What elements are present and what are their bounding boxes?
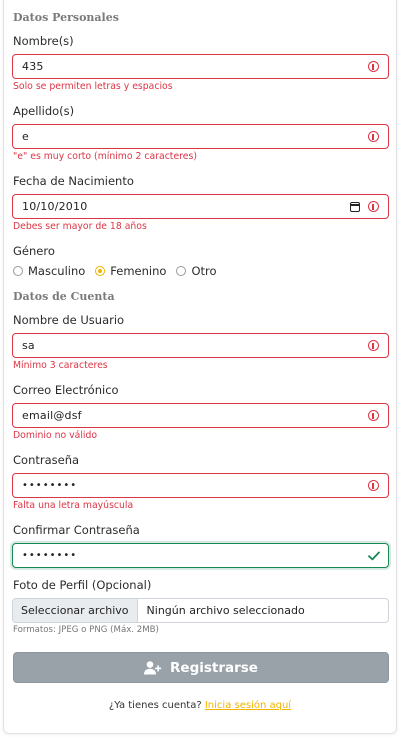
nombre-label: Nombre(s) <box>13 34 74 48</box>
apellido-value: e <box>22 130 29 143</box>
password-value: •••••••• <box>22 480 78 491</box>
select-file-button[interactable]: Seleccionar archivo <box>13 599 138 622</box>
calendar-icon[interactable] <box>350 201 360 212</box>
radio-femenino[interactable]: Femenino <box>95 264 166 278</box>
user-plus-icon <box>144 660 162 674</box>
error-circle-icon <box>368 340 379 351</box>
apellido-error: "e" es muy corto (mínimo 2 caracteres) <box>13 151 197 162</box>
section-title-personal: Datos Personales <box>13 11 119 24</box>
file-name: Ningún archivo seleccionado <box>146 604 305 617</box>
radio-masculino-label: Masculino <box>28 264 86 278</box>
radio-otro-label: Otro <box>191 264 217 278</box>
genero-label: Género <box>13 244 55 258</box>
nombre-value: 435 <box>22 60 44 73</box>
password-input[interactable]: •••••••• <box>12 473 389 498</box>
error-circle-icon <box>368 201 379 212</box>
usuario-value: sa <box>22 339 35 352</box>
foto-label: Foto de Perfil (Opcional) <box>13 578 152 592</box>
usuario-label: Nombre de Usuario <box>13 313 125 327</box>
confirm-value: •••••••• <box>22 550 78 561</box>
fecha-input[interactable]: 10/10/2010 <box>12 194 389 219</box>
nombre-error: Solo se permiten letras y espacios <box>13 81 173 92</box>
apellido-input[interactable]: e <box>12 124 389 149</box>
radio-masculino-circle[interactable] <box>13 266 23 276</box>
usuario-input[interactable]: sa <box>12 333 389 358</box>
confirm-password-input[interactable]: •••••••• <box>12 543 389 568</box>
register-button-label: Registrarse <box>170 659 258 676</box>
radio-otro[interactable]: Otro <box>176 264 217 278</box>
confirm-label: Confirmar Contraseña <box>13 523 140 537</box>
file-hint: Formatos: JPEG o PNG (Máx. 2MB) <box>13 625 159 635</box>
apellido-label: Apellido(s) <box>13 104 75 118</box>
nombre-input[interactable]: 435 <box>12 54 389 79</box>
login-link[interactable]: Inicia sesión aquí <box>205 700 291 711</box>
correo-label: Correo Electrónico <box>13 383 119 397</box>
radio-masculino[interactable]: Masculino <box>13 264 85 278</box>
fecha-error: Debes ser mayor de 18 años <box>13 221 147 232</box>
section-title-account: Datos de Cuenta <box>13 290 115 303</box>
password-error: Falta una letra mayúscula <box>13 500 134 511</box>
error-circle-icon <box>368 61 379 72</box>
radio-otro-circle[interactable] <box>176 266 187 276</box>
fecha-label: Fecha de Nacimiento <box>13 174 134 188</box>
login-prompt: ¿Ya tienes cuenta? Inicia sesión aquí <box>0 700 400 711</box>
fecha-value: 10/10/2010 <box>22 200 88 213</box>
radio-femenino-label: Femenino <box>110 264 167 278</box>
check-icon <box>368 551 380 560</box>
error-circle-icon <box>368 131 379 142</box>
error-circle-icon <box>368 410 379 421</box>
error-circle-icon <box>368 480 379 491</box>
radio-femenino-circle[interactable] <box>95 266 106 276</box>
usuario-error: Mínimo 3 caracteres <box>13 360 108 371</box>
password-label: Contraseña <box>13 453 80 467</box>
file-input[interactable]: Seleccionar archivo Ningún archivo selec… <box>12 598 389 623</box>
login-question: ¿Ya tienes cuenta? <box>108 700 202 711</box>
register-button[interactable]: Registrarse <box>13 652 389 683</box>
correo-value: email@dsf <box>22 409 82 422</box>
genero-radio-group: Masculino Femenino Otro <box>13 264 227 278</box>
correo-error: Dominio no válido <box>13 430 98 441</box>
correo-input[interactable]: email@dsf <box>12 403 389 428</box>
